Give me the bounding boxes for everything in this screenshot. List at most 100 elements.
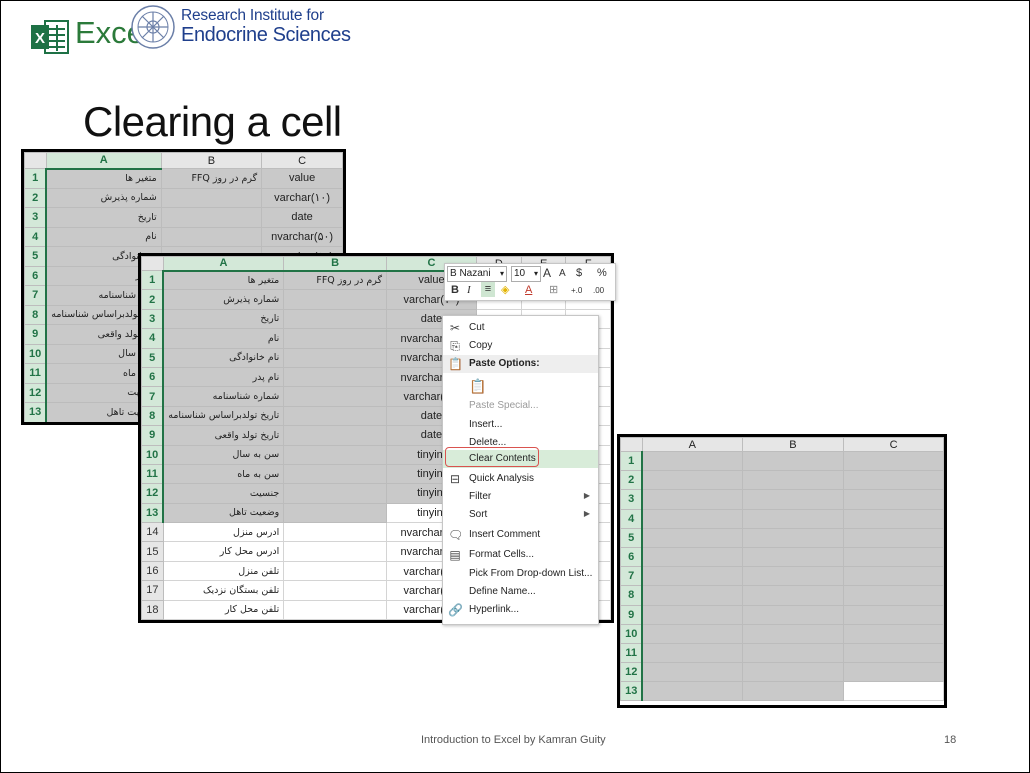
borders-icon[interactable]: ⊞ — [549, 283, 558, 297]
row-header[interactable]: 8 — [620, 585, 644, 606]
align-center-icon[interactable]: ≡ — [481, 282, 495, 297]
cell-b[interactable] — [160, 226, 263, 247]
cell-a[interactable]: تاریخ — [45, 207, 162, 228]
cell-a[interactable]: شماره شناسنامه — [162, 386, 285, 407]
column-header-C[interactable]: C — [261, 152, 343, 169]
cell-a[interactable]: جنسیت — [162, 483, 285, 504]
cell-b[interactable] — [283, 580, 388, 601]
select-all-corner[interactable] — [24, 152, 47, 169]
cell-c[interactable] — [843, 681, 944, 702]
row-header[interactable]: 10 — [141, 444, 165, 465]
cell-b[interactable] — [283, 308, 388, 330]
cell-b[interactable] — [283, 405, 388, 427]
row-header[interactable]: 13 — [620, 681, 644, 702]
row-header[interactable]: 14 — [141, 522, 164, 543]
column-header-C[interactable]: C — [843, 437, 944, 452]
grow-font-button[interactable]: A — [543, 266, 551, 280]
cell-b[interactable] — [741, 604, 845, 625]
cell-a[interactable]: شماره پذیرش — [45, 187, 162, 208]
row-header[interactable]: 7 — [24, 285, 48, 306]
cell-a[interactable] — [641, 489, 743, 510]
cell-b[interactable] — [741, 642, 845, 664]
cell-a[interactable] — [641, 642, 743, 664]
row-header[interactable]: 12 — [620, 662, 644, 683]
shrink-font-button[interactable]: A — [559, 267, 566, 281]
fill-color-icon[interactable]: ◈ — [501, 283, 509, 297]
row-header[interactable]: 5 — [620, 527, 644, 548]
italic-button[interactable]: I — [467, 283, 471, 297]
cell-b[interactable] — [283, 560, 388, 582]
row-header[interactable]: 15 — [141, 541, 164, 562]
select-all-corner[interactable] — [620, 437, 643, 452]
cell-b[interactable] — [283, 347, 388, 368]
cell-c[interactable] — [843, 604, 944, 625]
cell-a[interactable]: ادرس محل کار — [162, 541, 285, 562]
cell-b[interactable] — [741, 450, 845, 472]
cell-a[interactable]: سن به سال — [162, 444, 285, 465]
column-header-B[interactable]: B — [741, 437, 845, 452]
menu-item-insert[interactable]: Insert... — [443, 416, 598, 434]
menu-item-hyperlink[interactable]: 🔗 Hyperlink... — [443, 601, 598, 619]
row-header[interactable]: 11 — [141, 463, 165, 485]
cell-a[interactable] — [641, 681, 743, 702]
cell-a[interactable]: سن به ماه — [162, 463, 285, 485]
cell-c[interactable] — [843, 623, 944, 644]
menu-item-copy[interactable]: ⎘ Copy — [443, 337, 598, 355]
row-header[interactable]: 4 — [141, 328, 165, 349]
cell-c[interactable] — [843, 527, 944, 548]
cell-c[interactable]: value — [261, 168, 343, 189]
cell-b[interactable] — [283, 541, 388, 562]
row-header[interactable]: 11 — [24, 363, 48, 384]
cell-b[interactable] — [741, 470, 845, 491]
font-size-box[interactable]: 10 ▾ — [511, 266, 541, 282]
cell-a[interactable]: تاریخ تولدبراساس شناسنامه — [162, 405, 285, 427]
cell-a[interactable]: تاریخ — [162, 308, 285, 330]
bold-button[interactable]: B — [451, 283, 459, 297]
row-header[interactable]: 2 — [620, 470, 644, 491]
cell-a[interactable]: نام پدر — [162, 366, 285, 388]
row-header[interactable]: 6 — [24, 265, 48, 286]
cell-a[interactable] — [641, 450, 743, 472]
row-header[interactable]: 1 — [620, 450, 644, 472]
cell-a[interactable] — [641, 623, 743, 644]
percent-button[interactable]: % — [597, 266, 607, 280]
row-header[interactable]: 7 — [620, 566, 644, 587]
menu-item-paste-special[interactable]: Paste Special... — [443, 397, 598, 415]
row-header[interactable]: 2 — [141, 289, 165, 310]
cell-b[interactable] — [283, 366, 388, 388]
cell-b[interactable] — [741, 623, 845, 644]
row-header[interactable]: 3 — [24, 207, 48, 228]
row-header[interactable]: 13 — [24, 402, 48, 422]
row-header[interactable]: 17 — [141, 580, 164, 601]
row-header[interactable]: 5 — [141, 347, 165, 368]
cell-b[interactable] — [741, 662, 845, 683]
cell-b[interactable] — [283, 444, 388, 465]
cell-a[interactable]: ادرس منزل — [162, 522, 285, 543]
cell-b[interactable] — [741, 527, 845, 548]
cell-a[interactable] — [641, 508, 743, 529]
menu-item-sort[interactable]: Sort ▶ — [443, 506, 598, 524]
row-header[interactable]: 3 — [141, 308, 165, 330]
cell-b[interactable] — [283, 502, 388, 524]
column-header-B[interactable]: B — [283, 256, 388, 272]
cell-b[interactable] — [741, 546, 845, 568]
cell-b[interactable] — [283, 483, 388, 504]
row-header[interactable]: 8 — [141, 405, 165, 427]
row-header[interactable]: 11 — [620, 642, 644, 664]
row-header[interactable]: 13 — [141, 502, 165, 524]
cell-a[interactable] — [641, 566, 743, 587]
cell-a[interactable]: نام — [45, 226, 162, 247]
menu-item-insert-comment[interactable]: 🗨 Insert Comment — [443, 526, 598, 544]
menu-item-filter[interactable]: Filter ▶ — [443, 488, 598, 506]
font-color-icon[interactable]: A — [525, 283, 532, 297]
row-header[interactable]: 9 — [620, 604, 644, 625]
cell-a[interactable] — [641, 470, 743, 491]
cell-b[interactable] — [283, 599, 388, 620]
row-header[interactable]: 6 — [141, 366, 165, 388]
column-header-A[interactable]: A — [162, 256, 285, 272]
row-header[interactable]: 7 — [141, 386, 165, 407]
cell-b[interactable] — [741, 566, 845, 587]
cell-c[interactable] — [843, 489, 944, 510]
row-header[interactable]: 10 — [620, 623, 644, 644]
row-header[interactable]: 9 — [24, 324, 48, 345]
